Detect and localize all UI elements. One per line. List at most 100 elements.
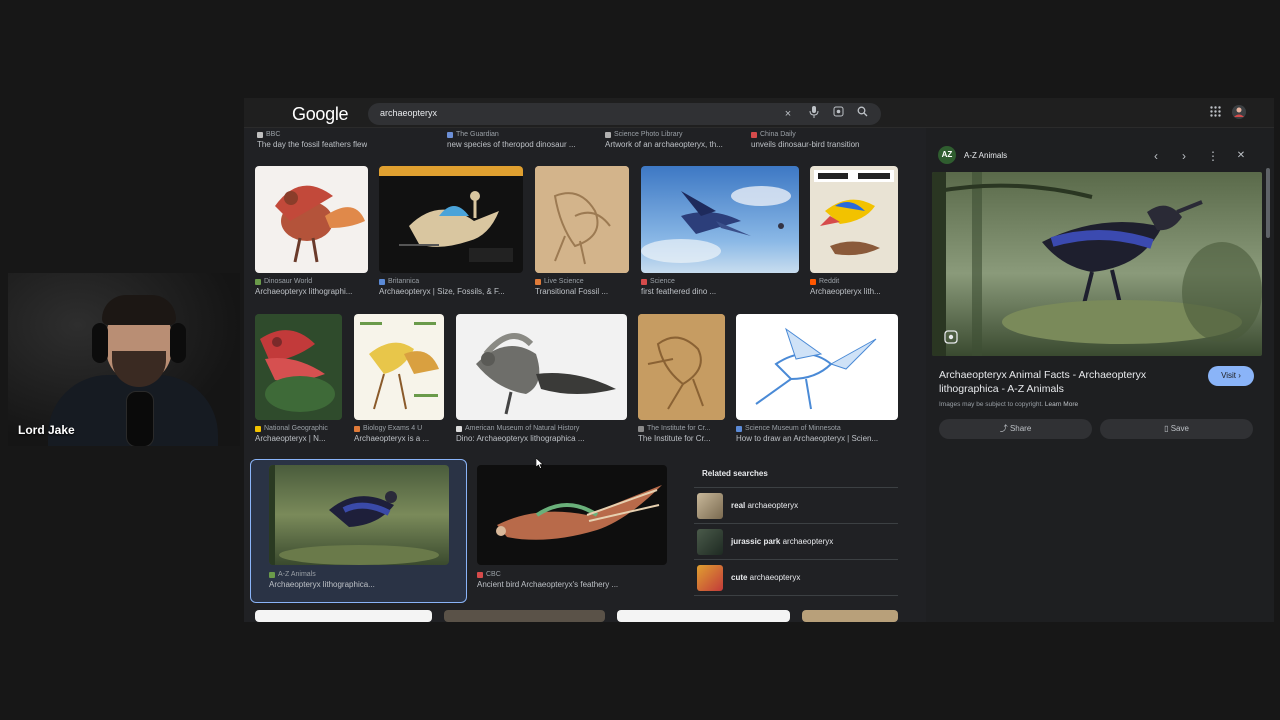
copyright-text: Images may be subject to copyright. xyxy=(939,401,1044,408)
result-tile[interactable]: Britannica Archaeopteryx | Size, Fossils… xyxy=(379,166,523,302)
result-image[interactable] xyxy=(535,166,629,273)
result-image[interactable] xyxy=(255,166,368,273)
close-icon[interactable]: ✕ xyxy=(1233,148,1249,164)
result-tile[interactable]: Biology Exams 4 U Archaeopteryx is a ... xyxy=(354,314,444,448)
panel-source-header[interactable]: AZ A-Z Animals xyxy=(938,146,1007,164)
caption-source: Science Photo Library xyxy=(614,131,683,138)
save-label: Save xyxy=(1170,424,1189,433)
lens-icon[interactable] xyxy=(830,106,846,122)
favicon-icon xyxy=(751,131,757,138)
visit-button[interactable]: Visit › xyxy=(1208,366,1254,386)
caption-china-daily[interactable]: China Daily unveils dinosaur-bird transi… xyxy=(751,131,860,149)
result-source: A-Z Animals xyxy=(278,571,316,578)
share-button[interactable]: ⤴ Share xyxy=(939,419,1092,439)
result-tile[interactable] xyxy=(444,610,605,622)
favicon-icon xyxy=(255,278,261,285)
result-source: National Geographic xyxy=(264,425,328,432)
result-tile-selected[interactable]: A-Z Animals Archaeopteryx lithographica.… xyxy=(269,465,449,597)
result-tile[interactable] xyxy=(617,610,790,622)
caption-science-photo[interactable]: Science Photo Library Artwork of an arch… xyxy=(605,131,723,149)
panel-source-name: A-Z Animals xyxy=(964,150,1008,160)
result-meta: Live Science Transitional Fossil ... xyxy=(535,278,629,296)
related-thumbnail xyxy=(697,528,723,555)
related-search-bold: cute xyxy=(731,573,748,582)
result-tile[interactable]: CBC Ancient bird Archaeopteryx's feather… xyxy=(477,465,667,597)
related-search-item[interactable]: real archaeopteryx xyxy=(694,488,898,524)
result-tile[interactable]: Dinosaur World Archaeopteryx lithographi… xyxy=(255,166,368,302)
related-thumbnail xyxy=(697,564,723,591)
result-title: Archaeopteryx | Size, Fossils, & F... xyxy=(379,287,505,296)
result-image[interactable] xyxy=(617,610,790,622)
result-tile[interactable] xyxy=(255,610,432,622)
microphone-icon[interactable] xyxy=(806,106,822,122)
favicon-icon xyxy=(257,131,263,138)
microphone-icon xyxy=(126,391,154,446)
chevron-right-icon[interactable]: › xyxy=(1176,148,1192,164)
result-image[interactable] xyxy=(255,314,342,420)
apps-grid-icon[interactable] xyxy=(1206,104,1224,122)
result-title: Dino: Archaeopteryx lithographica ... xyxy=(456,434,585,443)
google-logo[interactable]: Google xyxy=(292,104,349,125)
save-button[interactable]: ▯ Save xyxy=(1100,419,1253,439)
result-tile[interactable]: National Geographic Archaeopteryx | N... xyxy=(255,314,342,448)
favicon-icon xyxy=(641,278,647,285)
result-tile[interactable]: The Institute for Cr... The Institute fo… xyxy=(638,314,725,448)
search-input[interactable]: archaeopteryx × xyxy=(368,103,881,125)
result-image[interactable] xyxy=(638,314,725,420)
related-search-bold: real xyxy=(731,501,746,510)
result-tile[interactable]: Live Science Transitional Fossil ... xyxy=(535,166,629,302)
clear-icon[interactable]: × xyxy=(780,106,796,122)
result-tile[interactable]: American Museum of Natural History Dino:… xyxy=(456,314,627,448)
chevron-left-icon[interactable]: ‹ xyxy=(1148,148,1164,164)
account-avatar-icon[interactable] xyxy=(1230,104,1248,122)
result-image[interactable] xyxy=(379,166,523,273)
result-tile[interactable]: Science Museum of Minnesota How to draw … xyxy=(736,314,898,448)
preview-image[interactable] xyxy=(932,172,1262,356)
result-image[interactable] xyxy=(354,314,444,420)
webcam-overlay: Lord Jake xyxy=(8,273,240,446)
related-searches: Related searches real archaeopteryx jura… xyxy=(694,466,898,606)
caption-title: unveils dinosaur-bird transition xyxy=(751,140,860,149)
result-tile[interactable] xyxy=(802,610,898,622)
favicon-icon xyxy=(255,425,261,432)
result-image[interactable] xyxy=(255,610,432,622)
preview-title[interactable]: Archaeopteryx Animal Facts - Archaeopter… xyxy=(939,368,1189,396)
result-image[interactable] xyxy=(641,166,799,273)
result-image[interactable] xyxy=(802,610,898,622)
result-image[interactable] xyxy=(736,314,898,420)
result-image[interactable] xyxy=(810,166,898,273)
more-options-icon[interactable]: ⋮ xyxy=(1205,148,1221,164)
result-image[interactable] xyxy=(456,314,627,420)
favicon-icon xyxy=(447,131,453,138)
favicon-icon xyxy=(605,131,611,138)
result-title: Archaeopteryx lithographi... xyxy=(255,287,353,296)
result-image[interactable] xyxy=(444,610,605,622)
lens-icon[interactable] xyxy=(944,330,958,349)
favicon-icon xyxy=(638,425,644,432)
result-meta: National Geographic Archaeopteryx | N... xyxy=(255,425,342,443)
result-source: Science xyxy=(650,278,675,285)
result-title: first feathered dino ... xyxy=(641,287,717,296)
result-meta: Britannica Archaeopteryx | Size, Fossils… xyxy=(379,278,523,296)
copyright-note: Images may be subject to copyright. Lear… xyxy=(939,401,1078,408)
related-search-text: jurassic park archaeopteryx xyxy=(731,537,833,546)
favicon-icon xyxy=(736,425,742,432)
panel-scrollbar[interactable] xyxy=(1266,168,1270,238)
result-tile[interactable]: Science first feathered dino ... xyxy=(641,166,799,302)
result-source: Science Museum of Minnesota xyxy=(745,425,841,432)
result-title: The Institute for Cr... xyxy=(638,434,711,443)
result-tile[interactable]: Reddit Archaeopteryx lith... xyxy=(810,166,898,302)
learn-more-link[interactable]: Learn More xyxy=(1045,401,1078,408)
caption-bbc[interactable]: BBC The day the fossil feathers flew xyxy=(257,131,367,149)
caption-guardian[interactable]: The Guardian new species of theropod din… xyxy=(447,131,576,149)
result-image[interactable] xyxy=(269,465,449,565)
image-preview-panel: AZ A-Z Animals ‹ › ⋮ ✕ Archaeopteryx Ani… xyxy=(926,128,1274,622)
top-bar: Google archaeopteryx × xyxy=(244,98,1274,128)
favicon-icon xyxy=(810,278,816,285)
result-image[interactable] xyxy=(477,465,667,565)
related-search-item[interactable]: cute archaeopteryx xyxy=(694,560,898,596)
search-icon[interactable] xyxy=(854,106,870,122)
related-search-item[interactable]: jurassic park archaeopteryx xyxy=(694,524,898,560)
result-title: Transitional Fossil ... xyxy=(535,287,609,296)
search-query[interactable]: archaeopteryx xyxy=(380,108,437,118)
